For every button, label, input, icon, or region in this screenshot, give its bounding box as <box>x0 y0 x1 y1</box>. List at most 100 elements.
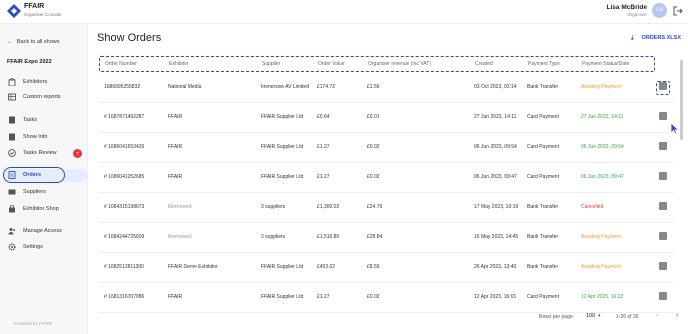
organiser-revenue-cell: £24.70 <box>367 204 383 210</box>
gear-icon <box>8 243 16 251</box>
table-row[interactable]: # 1684244725609 Removed 2 suppliers £1,516.… <box>99 223 674 253</box>
exhibitor-cell: Removed <box>168 204 192 210</box>
table-row[interactable]: 1686095255832 National Media Immersive AV … <box>99 73 674 103</box>
exhibitor-cell: FFAIR <box>168 294 183 300</box>
vertical-scrollbar[interactable] <box>680 60 683 140</box>
payment-status-cell: Awaiting Payment <box>581 84 621 90</box>
table-icon <box>8 93 16 101</box>
sidebar-item-label: Settings <box>23 244 43 250</box>
download-icon: ⤓ <box>631 35 634 41</box>
sidebar-item-manage-access[interactable]: Manage Access <box>3 225 87 238</box>
payment-type-cell: Bank Transfer <box>527 264 559 270</box>
supplier-cell: FFAIR Supplier Ltd <box>261 294 304 300</box>
export-orders-button[interactable]: ⤓ ORDERS XLSX <box>631 35 681 42</box>
column-header[interactable]: Supplier <box>262 61 280 67</box>
avatar[interactable]: LM <box>652 3 667 18</box>
organiser-revenue-cell: £0.02 <box>367 294 380 300</box>
check-circle-icon <box>8 149 16 157</box>
order-number-cell: # 1682512811300 <box>104 264 144 270</box>
sidebar-item-label: Exhibitor Shop <box>23 206 59 212</box>
order-number-cell: # 1684315198673 <box>104 204 145 210</box>
pagination: Rows per page: 100 ▾ 1-26 of 26 ‹ › <box>89 308 688 328</box>
order-number-cell: # 1681316707086 <box>104 294 145 300</box>
column-header[interactable]: Created <box>475 61 493 67</box>
payment-status-cell: 12 Apr 2023, 16:22 <box>581 294 624 300</box>
chevron-down-icon[interactable]: ▾ <box>598 313 601 319</box>
powered-by: Powered by FFAIR <box>14 321 52 326</box>
export-label: ORDERS XLSX <box>641 35 681 41</box>
order-value-cell: £1.27 <box>317 174 330 180</box>
order-value-cell: £174.72 <box>317 84 336 90</box>
exhibitor-cell: FFAIR Demo Exhibitor <box>168 264 218 270</box>
payment-status-cell: Cancelled <box>581 204 604 210</box>
created-cell: 16 May 2023, 14:45 <box>474 234 519 240</box>
sidebar-item-suppliers[interactable]: Suppliers <box>3 186 87 199</box>
sidebar-item-label: Orders <box>23 172 42 178</box>
sidebar: ← Back to all shows FFAIR Expo 2022 Exhib… <box>0 24 88 334</box>
sidebar-item-exhibitor-shop[interactable]: Exhibitor Shop <box>3 203 87 216</box>
table-row[interactable]: # 1686041653426 FFAIR FFAIR Supplier Ltd £1… <box>99 133 674 163</box>
organiser-revenue-cell: £8.55 <box>367 264 380 270</box>
order-details-icon[interactable] <box>659 202 667 210</box>
created-cell: 26 Apr 2023, 13:40 <box>474 264 517 270</box>
order-details-icon[interactable] <box>659 262 667 270</box>
page-title: Show Orders <box>97 32 162 44</box>
table-row[interactable]: # 1684315198673 Removed 3 suppliers £1,300.… <box>99 193 674 223</box>
mouse-cursor-icon <box>670 122 680 135</box>
sidebar-item-settings[interactable]: Settings <box>3 241 87 254</box>
sidebar-item-tasks-review[interactable]: Tasks Review 7 <box>3 147 87 160</box>
rows-per-page-select[interactable]: 100 <box>586 313 595 319</box>
info-book-icon <box>9 133 15 141</box>
order-details-icon[interactable] <box>659 292 667 300</box>
payment-type-cell: Card Payment <box>527 174 559 180</box>
organiser-revenue-cell: £28.84 <box>367 234 383 240</box>
order-details-icon[interactable] <box>659 172 667 180</box>
payment-type-cell: Bank Transfer <box>527 234 559 240</box>
order-value-cell: £1.27 <box>317 144 330 150</box>
order-value-cell: £1.27 <box>317 294 330 300</box>
sidebar-item-orders[interactable]: Orders <box>3 167 87 183</box>
payment-status-cell: Awaiting Payment <box>581 264 621 270</box>
order-value-cell: £0.64 <box>317 114 330 120</box>
payment-type-cell: Card Payment <box>527 114 559 120</box>
organiser-revenue-cell: £0.02 <box>367 144 380 150</box>
order-details-icon[interactable] <box>659 142 667 150</box>
created-cell: 03 Oct 2023, 03:14 <box>474 84 517 90</box>
exhibitor-cell: FFAIR <box>168 114 183 120</box>
column-header[interactable]: Payment Status/Date <box>582 61 629 67</box>
column-header[interactable]: Order Value <box>318 61 345 67</box>
sidebar-item-exhibitors[interactable]: Exhibitors <box>3 76 87 89</box>
column-header[interactable]: Payment Type <box>528 61 560 67</box>
table-header: Order Number Exhibitor Supplier Order Va… <box>99 56 655 72</box>
supplier-cell: 2 suppliers <box>261 234 286 240</box>
sidebar-item-label: Exhibitors <box>23 79 48 85</box>
table-row[interactable]: # 1686041252685 FFAIR FFAIR Supplier Ltd £1… <box>99 163 674 193</box>
ffair-logo-icon[interactable] <box>7 4 21 18</box>
sidebar-item-label: Manage Access <box>23 228 62 234</box>
table-row[interactable]: # 1687871492287 FFAIR FFAIR Supplier Ltd £0… <box>99 103 674 133</box>
table-row[interactable]: # 1682512811300 FFAIR Demo Exhibitor FFAIR… <box>99 253 674 283</box>
sidebar-item-custom-reports[interactable]: Custom reports <box>3 91 87 104</box>
next-page-icon[interactable]: › <box>676 312 678 319</box>
back-to-shows-link[interactable]: ← Back to all shows <box>7 39 60 45</box>
sidebar-item-label: Tasks Review <box>23 150 57 156</box>
supplier-cell: FFAIR Supplier Ltd <box>261 264 304 270</box>
column-header[interactable]: Organiser revenue (inc VAT) <box>368 61 431 67</box>
organiser-revenue-cell: £0.02 <box>367 174 380 180</box>
previous-page-icon[interactable]: ‹ <box>656 312 658 319</box>
event-title: FFAIR Expo 2022 <box>7 59 52 65</box>
order-details-icon[interactable] <box>659 232 667 240</box>
order-details-icon[interactable] <box>659 112 667 120</box>
created-cell: 06 Jun 2023, 09:54 <box>474 144 517 150</box>
column-header[interactable]: Order Number <box>105 61 137 67</box>
brand-name: FFAIR <box>24 3 45 10</box>
payment-status-cell: 27 Jun 2023, 14:11 <box>581 114 624 120</box>
organiser-revenue-cell: £1.56 <box>367 84 380 90</box>
sidebar-item-show-info[interactable]: Show Info <box>3 131 87 144</box>
back-label: Back to all shows <box>17 39 60 45</box>
payment-type-cell: Card Payment <box>527 294 559 300</box>
column-header[interactable]: Exhibitor <box>169 61 188 67</box>
logout-icon[interactable] <box>673 6 683 16</box>
sidebar-item-label: Tasks <box>23 117 38 123</box>
sidebar-item-tasks[interactable]: Tasks <box>3 114 87 127</box>
